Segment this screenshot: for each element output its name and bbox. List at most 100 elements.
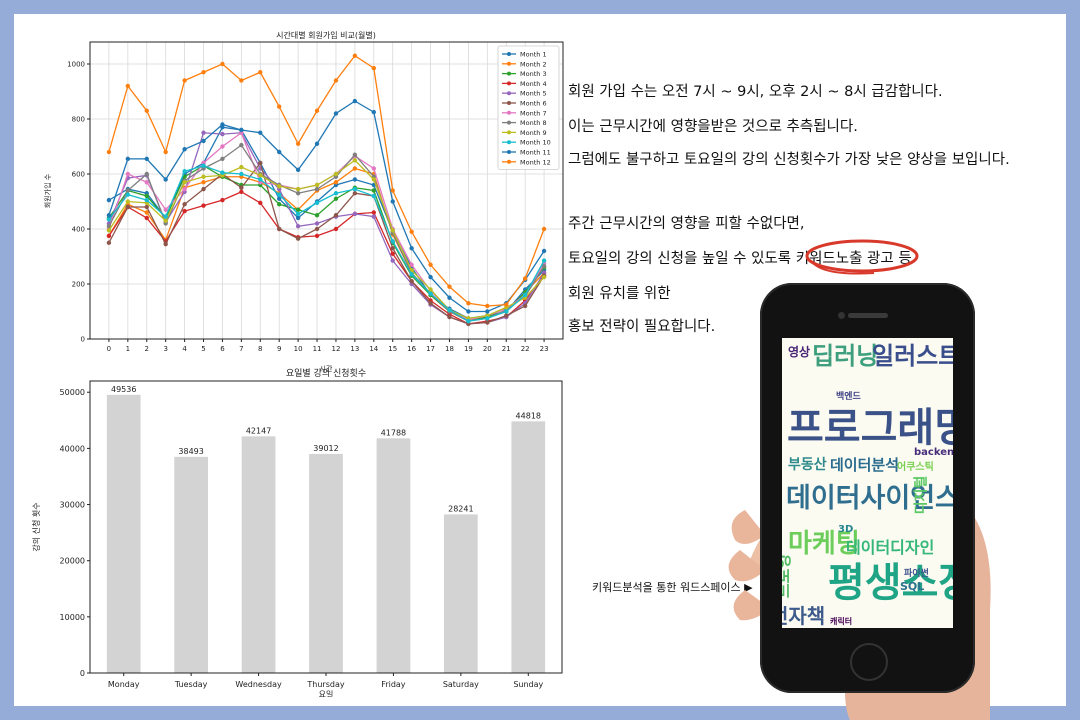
data-point xyxy=(163,149,168,155)
data-point xyxy=(239,185,244,190)
data-point xyxy=(258,70,263,75)
legend-swatch-marker xyxy=(507,52,511,56)
legend-label: Month 1 xyxy=(520,51,547,59)
data-point xyxy=(409,272,414,277)
x-tick-label: 21 xyxy=(502,345,511,353)
data-point xyxy=(220,197,225,203)
data-point xyxy=(277,104,282,109)
data-point xyxy=(163,241,168,247)
data-point xyxy=(220,122,225,127)
data-point xyxy=(163,177,168,182)
data-point xyxy=(428,287,433,292)
series-line xyxy=(108,165,545,322)
x-tick-label: 11 xyxy=(313,345,322,353)
x-tick-label: Sunday xyxy=(513,680,543,689)
data-point xyxy=(541,248,547,254)
line-chart-grid xyxy=(90,42,563,340)
data-point xyxy=(390,258,395,263)
legend-label: Month 4 xyxy=(520,80,547,88)
bar-value-label: 38493 xyxy=(178,447,203,456)
wordcloud-word: 3D xyxy=(838,524,854,535)
data-point xyxy=(352,98,358,104)
x-tick-label: 5 xyxy=(201,345,205,353)
data-point xyxy=(106,240,112,245)
series-line xyxy=(108,159,545,320)
bar-value-label: 39012 xyxy=(313,444,338,453)
data-point xyxy=(333,226,339,232)
data-point xyxy=(277,202,282,207)
data-point xyxy=(258,200,263,206)
data-point xyxy=(352,53,358,58)
y-tick-label: 30000 xyxy=(60,501,85,510)
data-point xyxy=(352,158,358,163)
data-point xyxy=(182,180,187,185)
bar-monday xyxy=(106,394,141,673)
x-tick-label: 16 xyxy=(407,345,416,353)
wordcloud-word: 드로잉 xyxy=(782,553,794,599)
data-point xyxy=(277,192,282,197)
phone-camera xyxy=(838,312,845,319)
x-tick-label: Saturday xyxy=(443,680,479,689)
legend-swatch-marker xyxy=(507,71,511,76)
data-point xyxy=(447,284,452,289)
data-point xyxy=(390,239,395,244)
legend-swatch-marker xyxy=(507,110,511,115)
line-chart-legend: Month 1Month 2 Month 3 Month 4 Month 5 Month… xyxy=(497,45,560,170)
data-point xyxy=(428,262,433,267)
x-tick-label: Thursday xyxy=(306,680,344,689)
note-line-6: 회원 유치를 위한 xyxy=(568,286,671,302)
bar-wednesday xyxy=(241,436,276,673)
data-point xyxy=(201,163,206,168)
data-point xyxy=(466,309,471,314)
data-point xyxy=(144,108,149,113)
wordcloud: 프로그래밍데이터사이언스평생소장딥러닝일러스트마케팅데이터디자인부동산데이터분석… xyxy=(782,338,953,628)
data-point xyxy=(295,141,301,146)
data-point xyxy=(220,170,225,175)
data-point xyxy=(333,191,339,196)
x-tick-label: 14 xyxy=(369,345,378,353)
data-point xyxy=(201,186,206,192)
legend-swatch-marker xyxy=(507,140,511,145)
data-point xyxy=(220,61,225,67)
phone: 프로그래밍데이터사이언스평생소장딥러닝일러스트마케팅데이터디자인부동산데이터분석… xyxy=(760,283,975,693)
wordcloud-word: 프로그래밍 xyxy=(787,405,953,451)
data-point xyxy=(541,274,547,280)
x-tick-label: Tuesday xyxy=(174,680,208,689)
x-tick-label: 15 xyxy=(388,345,397,353)
bar-value-label: 49536 xyxy=(111,385,136,394)
bar-value-label: 41788 xyxy=(381,428,406,437)
data-point xyxy=(314,226,320,232)
data-point xyxy=(295,191,301,196)
x-tick-label: 18 xyxy=(445,345,454,353)
series-line xyxy=(108,167,545,321)
x-tick-label: Monday xyxy=(108,680,140,689)
series-month-7 xyxy=(106,130,547,322)
data-point xyxy=(390,246,395,251)
line-chart-title: 시간대별 회원가입 비교(월별) xyxy=(276,30,376,40)
data-point xyxy=(125,204,131,210)
y-tick-label: 40000 xyxy=(60,444,85,453)
data-point xyxy=(371,188,376,193)
y-tick-label: 50000 xyxy=(60,388,85,397)
wordcloud-word: 평생소장 xyxy=(828,560,953,606)
legend-label: Month 5 xyxy=(520,90,547,98)
data-point xyxy=(239,189,244,195)
y-tick-label: 0 xyxy=(80,669,85,678)
bar-chart-bars: 49536 38493 42147 39012 41788 28241 44818 xyxy=(106,385,546,673)
data-point xyxy=(182,208,187,214)
wordcloud-word: 데이터디자인 xyxy=(846,538,935,557)
data-point xyxy=(125,83,131,89)
bar-chart: 49536 38493 42147 39012 41788 28241 44818 0 100… xyxy=(31,367,563,697)
data-point xyxy=(106,217,112,222)
legend-label: Month 11 xyxy=(520,149,551,157)
x-tick-label: 1 xyxy=(126,345,130,353)
legend-swatch-marker xyxy=(507,130,511,135)
data-point xyxy=(504,313,509,318)
data-point xyxy=(352,186,358,192)
data-point xyxy=(314,108,320,113)
x-tick-label: 10 xyxy=(294,345,303,353)
data-point xyxy=(314,233,320,239)
x-tick-label: 4 xyxy=(182,345,187,353)
data-point xyxy=(295,215,301,221)
data-point xyxy=(333,78,339,83)
